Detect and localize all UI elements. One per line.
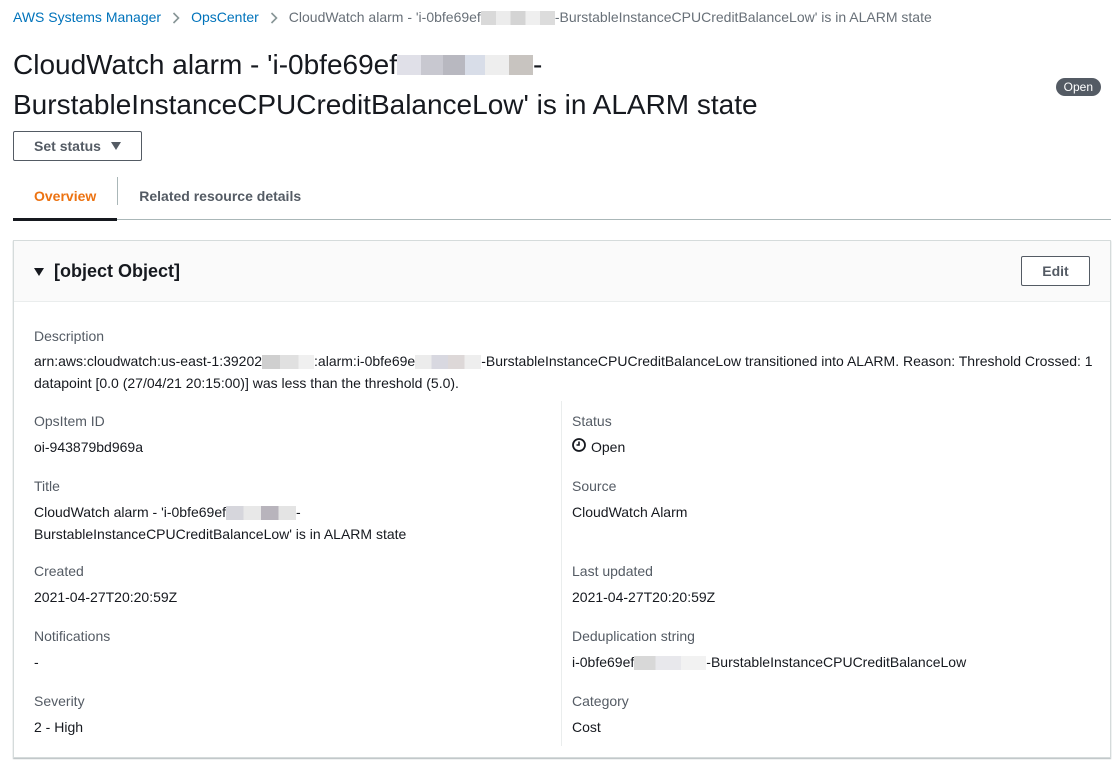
panel-header[interactable]: [object Object] Edit — [14, 241, 1110, 302]
set-status-button[interactable]: Set status — [13, 131, 142, 161]
notifications-label: Notifications — [34, 628, 111, 644]
tab-bar: Overview Related resource details — [13, 172, 1111, 221]
page-title-prefix: CloudWatch alarm - 'i-0bfe69ef — [13, 49, 398, 80]
tab-related-resource-details[interactable]: Related resource details — [118, 172, 322, 220]
title-value-dash: - — [296, 504, 301, 520]
clock-icon — [572, 436, 586, 458]
opsitem-id-field: OpsItem ID oi-943879bd969a — [34, 411, 534, 458]
title-value-line2: BurstableInstanceCPUCreditBalanceLow' is… — [34, 526, 407, 542]
description-part1: arn:aws:cloudwatch:us-east-1:39202 — [34, 353, 263, 369]
tab-overview[interactable]: Overview — [13, 172, 118, 221]
page-title-dash: - — [533, 49, 543, 80]
breadcrumb-current: CloudWatch alarm - 'i-0bfe69ef -Burstable… — [288, 8, 932, 26]
notifications-field: Notifications - — [34, 626, 534, 673]
severity-field: Severity 2 - High — [34, 691, 534, 738]
title-value: CloudWatch alarm - 'i-0bfe69ef - Burstable… — [34, 501, 534, 545]
breadcrumb: AWS Systems Manager OpsCenter CloudWatch… — [13, 7, 932, 27]
title-value-prefix: CloudWatch alarm - 'i-0bfe69ef — [34, 504, 227, 520]
description-part2: :alarm:i-0bfe69e — [314, 353, 416, 369]
category-label: Category — [572, 693, 629, 709]
redacted-block — [480, 11, 555, 26]
created-label: Created — [34, 563, 84, 579]
last-updated-label: Last updated — [572, 563, 653, 579]
redacted-block — [415, 355, 482, 370]
page-title-line2: BurstableInstanceCPUCreditBalanceLow' is… — [13, 89, 758, 120]
page-title: CloudWatch alarm - 'i-0bfe69ef - Burstabl… — [13, 45, 793, 125]
opsitem-id-value: oi-943879bd969a — [34, 439, 143, 455]
last-updated-field: Last updated 2021-04-27T20:20:59Z — [572, 561, 1072, 608]
description-field: Description arn:aws:cloudwatch:us-east-1… — [34, 326, 1094, 394]
title-label: Title — [34, 478, 60, 494]
created-value: 2021-04-27T20:20:59Z — [34, 589, 178, 605]
breadcrumb-current-suffix: -BurstableInstanceCPUCreditBalanceLow' i… — [554, 8, 932, 25]
notifications-value: - — [34, 654, 39, 670]
caret-down-icon[interactable] — [34, 268, 44, 276]
category-field: Category Cost — [572, 691, 1072, 738]
breadcrumb-link-opscenter[interactable]: OpsCenter — [191, 9, 259, 25]
edit-button[interactable]: Edit — [1021, 256, 1090, 286]
opsitem-id-label: OpsItem ID — [34, 413, 105, 429]
dedup-label: Deduplication string — [572, 628, 695, 644]
dedup-field: Deduplication string i-0bfe69ef -Burstabl… — [572, 626, 1072, 673]
redacted-block — [397, 54, 534, 75]
source-label: Source — [572, 478, 617, 494]
chevron-right-icon — [259, 9, 289, 25]
status-value: Open — [572, 436, 1072, 458]
status-badge: Open — [1055, 78, 1101, 96]
breadcrumb-link-systems-manager[interactable]: AWS Systems Manager — [13, 9, 161, 25]
last-updated-value: 2021-04-27T20:20:59Z — [572, 589, 716, 605]
source-field: Source CloudWatch Alarm — [572, 476, 1072, 523]
redacted-block — [262, 355, 315, 370]
caret-down-icon — [110, 142, 121, 150]
dedup-value-suffix: -BurstableInstanceCPUCreditBalanceLow — [706, 654, 967, 670]
dedup-value-prefix: i-0bfe69ef — [572, 654, 635, 670]
breadcrumb-current-prefix: CloudWatch alarm - 'i-0bfe69ef — [288, 8, 481, 25]
opsitem-details-panel: [object Object] Edit Description arn:aws… — [13, 240, 1111, 758]
created-field: Created 2021-04-27T20:20:59Z — [34, 561, 534, 608]
redacted-block — [634, 656, 707, 671]
severity-label: Severity — [34, 693, 85, 709]
category-value: Cost — [572, 719, 601, 735]
title-field: Title CloudWatch alarm - 'i-0bfe69ef - Bur… — [34, 476, 534, 545]
description-label: Description — [34, 328, 105, 344]
status-field: Status Open — [572, 411, 1072, 458]
dedup-value: i-0bfe69ef -BurstableInstanceCPUCreditBal… — [572, 651, 1072, 673]
status-label: Status — [572, 413, 612, 429]
panel-title: [object Object] — [54, 260, 181, 281]
set-status-label: Set status — [34, 138, 101, 154]
status-value-text: Open — [591, 439, 626, 455]
redacted-block — [226, 506, 297, 521]
severity-value: 2 - High — [34, 719, 84, 735]
column-divider — [561, 401, 562, 746]
description-value: arn:aws:cloudwatch:us-east-1:39202 :alarm… — [34, 350, 1094, 394]
source-value: CloudWatch Alarm — [572, 504, 688, 520]
chevron-right-icon — [161, 9, 191, 25]
